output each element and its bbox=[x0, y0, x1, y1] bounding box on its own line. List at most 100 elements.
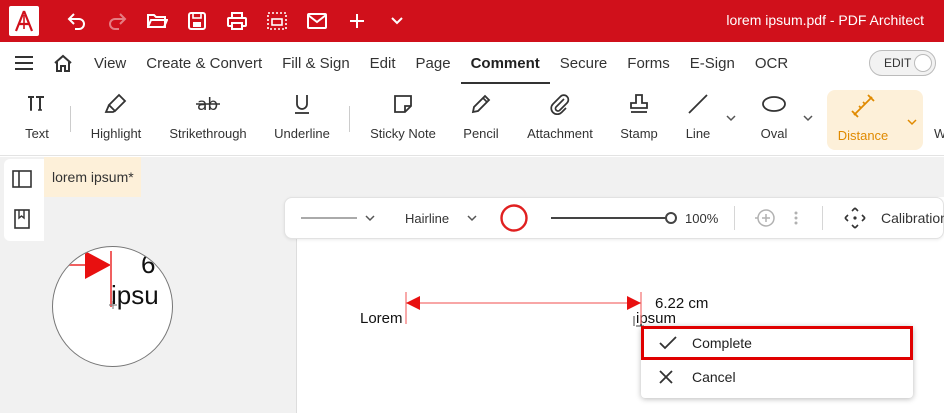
tool-truncated[interactable]: W bbox=[934, 88, 944, 150]
email-button[interactable] bbox=[297, 0, 337, 42]
line-weight-dropdown[interactable]: Hairline bbox=[405, 198, 477, 238]
quick-access-menu-button[interactable] bbox=[377, 0, 417, 42]
oval-icon bbox=[762, 96, 786, 112]
text-tool-icon bbox=[28, 96, 44, 111]
menu-comment[interactable]: Comment bbox=[460, 42, 550, 84]
menu-edit[interactable]: Edit bbox=[360, 42, 406, 84]
undo-button[interactable] bbox=[57, 0, 97, 42]
menu-ocr[interactable]: OCR bbox=[745, 42, 798, 84]
tool-pencil[interactable]: Pencil bbox=[456, 88, 506, 150]
magnifier-text-top: 6 bbox=[141, 249, 156, 279]
chevron-down-icon bbox=[391, 17, 403, 25]
edit-toggle-label: EDIT bbox=[884, 56, 912, 70]
distance-icon bbox=[851, 94, 875, 118]
oval-options-dropdown[interactable] bbox=[802, 112, 814, 124]
tool-highlight[interactable]: Highlight bbox=[84, 88, 148, 150]
more-vertical-icon bbox=[794, 211, 798, 225]
tool-sticky-note[interactable]: Sticky Note bbox=[364, 88, 442, 150]
cancel-menu-item[interactable]: Cancel bbox=[641, 360, 913, 394]
ribbon-separator bbox=[349, 106, 350, 132]
left-rail bbox=[0, 157, 44, 413]
add-button[interactable] bbox=[753, 198, 779, 238]
line-style-dropdown[interactable] bbox=[301, 198, 375, 238]
scan-print-icon bbox=[267, 12, 287, 30]
menu-create-convert[interactable]: Create & Convert bbox=[136, 42, 272, 84]
tool-strikethrough[interactable]: ab Strikethrough bbox=[162, 88, 254, 150]
menu-view[interactable]: View bbox=[84, 42, 136, 84]
plus-icon bbox=[350, 14, 364, 28]
tool-text[interactable]: Text bbox=[14, 88, 60, 150]
new-button[interactable] bbox=[337, 0, 377, 42]
unsaved-indicator: * bbox=[128, 169, 134, 185]
open-button[interactable] bbox=[137, 0, 177, 42]
complete-menu-item[interactable]: Complete bbox=[641, 326, 913, 360]
opacity-slider[interactable] bbox=[551, 198, 677, 238]
redo-button[interactable] bbox=[97, 0, 137, 42]
document-tab[interactable]: lorem ipsum * bbox=[44, 157, 141, 197]
complete-label: Complete bbox=[692, 335, 752, 351]
edit-mode-toggle[interactable]: EDIT bbox=[869, 50, 936, 76]
more-options-button[interactable] bbox=[793, 198, 799, 238]
menu-fill-sign[interactable]: Fill & Sign bbox=[272, 42, 360, 84]
context-menu: Complete Cancel bbox=[641, 326, 913, 398]
stroke-color-swatch bbox=[500, 204, 528, 232]
thumbnails-panel-button[interactable] bbox=[10, 167, 34, 191]
magnifier-loupe: 6 ipsu bbox=[52, 246, 173, 367]
menu-forms[interactable]: Forms bbox=[617, 42, 680, 84]
home-button[interactable] bbox=[48, 42, 78, 84]
window-title: lorem ipsum.pdf - PDF Architect bbox=[726, 12, 924, 28]
calibration-button[interactable]: Calibration bbox=[843, 198, 944, 238]
tool-attachment[interactable]: Attachment bbox=[522, 88, 598, 150]
menu-page[interactable]: Page bbox=[406, 42, 461, 84]
print-icon bbox=[227, 12, 247, 30]
hamburger-icon bbox=[15, 56, 33, 70]
line-options-dropdown[interactable] bbox=[725, 112, 737, 124]
ribbon-separator bbox=[70, 106, 71, 132]
save-button[interactable] bbox=[177, 0, 217, 42]
document-tab-label: lorem ipsum bbox=[52, 169, 129, 185]
menu-esign[interactable]: E-Sign bbox=[680, 42, 745, 84]
tool-line[interactable]: Line bbox=[678, 88, 718, 150]
scan-print-button[interactable] bbox=[257, 0, 297, 42]
measurement-label: 6.22 cm bbox=[655, 295, 709, 312]
opacity-value: 100% bbox=[685, 210, 719, 226]
magnifier-text-bottom: ipsu bbox=[111, 280, 159, 310]
open-folder-icon bbox=[147, 14, 168, 28]
add-circle-icon bbox=[755, 209, 775, 227]
pencil-icon bbox=[471, 94, 491, 114]
strikethrough-icon: ab bbox=[196, 95, 220, 114]
undo-icon bbox=[67, 13, 85, 30]
chevron-down-icon bbox=[365, 214, 375, 221]
bookmarks-panel-button[interactable] bbox=[10, 207, 34, 231]
tool-oval[interactable]: Oval bbox=[754, 88, 794, 150]
menu-bar: View Create & Convert Fill & Sign Edit P… bbox=[0, 42, 944, 84]
tool-underline[interactable]: Underline bbox=[270, 88, 334, 150]
print-button[interactable] bbox=[217, 0, 257, 42]
quick-access-toolbar bbox=[57, 0, 417, 42]
distance-annotation[interactable] bbox=[398, 292, 658, 342]
bookmark-icon bbox=[14, 209, 30, 229]
chevron-down-icon bbox=[803, 114, 813, 121]
home-icon bbox=[54, 54, 72, 72]
distance-options-dropdown[interactable] bbox=[907, 114, 917, 129]
panel-icon bbox=[12, 170, 32, 188]
chevron-down-icon bbox=[907, 119, 917, 126]
tool-distance[interactable]: Distance bbox=[827, 90, 923, 150]
sticky-note-icon bbox=[394, 95, 412, 113]
opacity-slider-track bbox=[551, 212, 677, 224]
cancel-label: Cancel bbox=[692, 369, 736, 385]
chevron-down-icon bbox=[726, 114, 736, 121]
app-logo-icon bbox=[9, 6, 39, 36]
document-text-lorem: Lorem bbox=[360, 310, 403, 327]
toolbar-separator bbox=[734, 206, 735, 230]
hamburger-menu-button[interactable] bbox=[0, 42, 48, 84]
stroke-color-button[interactable] bbox=[499, 198, 529, 238]
menu-secure[interactable]: Secure bbox=[550, 42, 618, 84]
checkmark-icon bbox=[659, 336, 677, 350]
highlighter-icon bbox=[104, 93, 127, 113]
opacity-slider-handle[interactable] bbox=[665, 212, 677, 224]
mail-icon bbox=[307, 13, 327, 29]
close-icon bbox=[659, 370, 673, 384]
tool-stamp[interactable]: Stamp bbox=[614, 88, 664, 150]
paperclip-icon bbox=[550, 94, 570, 115]
